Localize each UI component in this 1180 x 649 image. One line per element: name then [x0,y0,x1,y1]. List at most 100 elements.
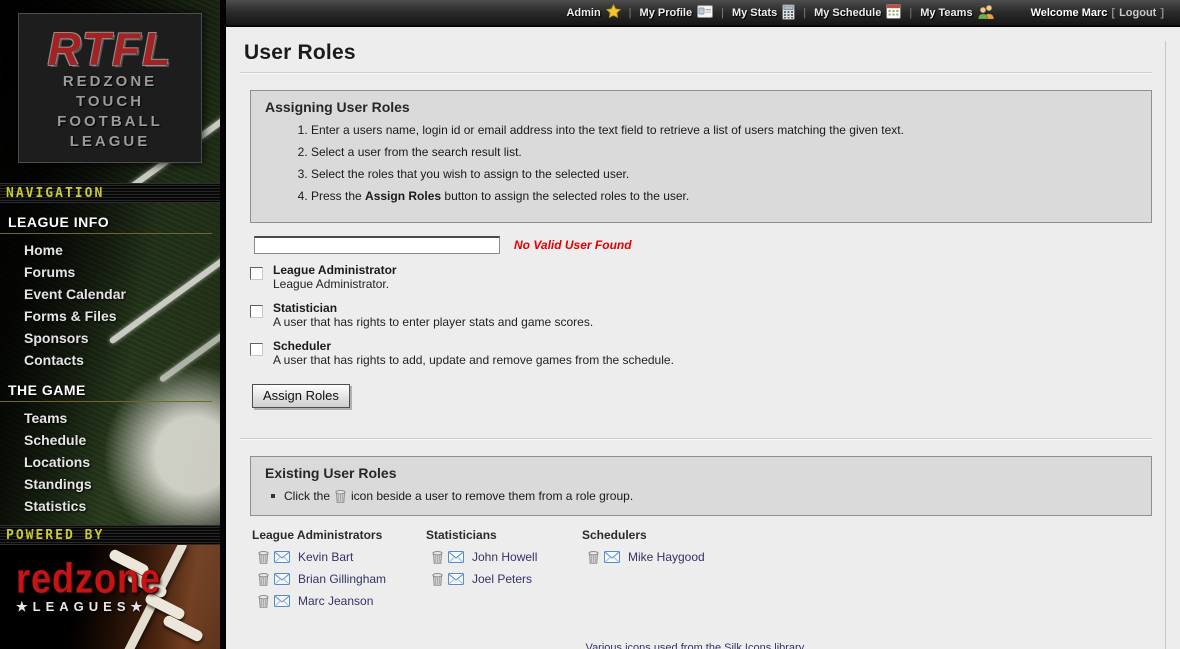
sidebar-item-teams[interactable]: Teams [0,407,220,429]
search-error-message: No Valid User Found [514,238,632,252]
logo-line: LEAGUE [19,132,201,152]
group-title: Schedulers [582,528,705,542]
vcard-icon [697,5,713,21]
redzone-leagues-logo[interactable]: redzone ★LEAGUES★ [0,545,220,649]
menu-separator: | [909,7,912,19]
role-checkbox-scheduler[interactable] [250,343,263,356]
menu-my-profile-label: My Profile [640,7,693,19]
football-lace [162,614,204,643]
bin-icon [335,490,346,503]
group-schedulers: Schedulers Mike Haygood [582,528,705,616]
role-name: Statistician [273,301,593,315]
footer: Various icons used from the Silk Icons l… [240,642,1152,649]
menu-my-profile[interactable]: My Profile [640,5,714,21]
user-row: Joel Peters [432,572,558,586]
top-navigation-bar: Admin | My Profile | My Stats | My Sched… [226,0,1180,27]
user-name-link[interactable]: Joel Peters [472,572,532,586]
instruction-step: Select a user from the search result lis… [311,146,1137,159]
email-icon[interactable] [448,573,464,585]
user-row: John Howell [432,550,558,564]
menu-admin[interactable]: Admin [566,4,620,22]
user-row: Marc Jeanson [258,594,402,608]
welcome-text: Welcome Marc [1031,7,1108,19]
menu-my-schedule-label: My Schedule [814,7,881,19]
instruction-step: Press the Assign Roles button to assign … [311,190,1137,203]
bin-icon[interactable] [258,573,269,586]
sidebar-item-locations[interactable]: Locations [0,451,220,473]
logo-line: FOOTBALL [19,112,201,132]
user-search-input[interactable] [254,236,500,254]
role-description: A user that has rights to enter player s… [273,315,593,330]
bin-icon[interactable] [588,551,599,564]
sidebar-section-the-game: THE GAME Teams Schedule Locations Standi… [0,371,220,517]
group-title: Statisticians [426,528,558,542]
menu-my-schedule[interactable]: My Schedule [814,4,901,22]
bin-icon[interactable] [432,573,443,586]
group-league-administrators: League Administrators Kevin Bart Brian G… [252,528,402,616]
calendar-icon [886,4,901,22]
sidebar-item-forums[interactable]: Forums [0,261,220,283]
group-icon [978,4,995,22]
navigation-ticker: NAVIGATION [0,183,220,203]
sidebar-item-sponsors[interactable]: Sponsors [0,327,220,349]
email-icon[interactable] [448,551,464,563]
email-icon[interactable] [274,595,290,607]
bin-icon[interactable] [258,595,269,608]
group-title: League Administrators [252,528,402,542]
league-logo[interactable]: RTFL REDZONE TOUCH FOOTBALL LEAGUE [18,13,202,163]
logo-line: REDZONE [19,72,201,92]
menu-my-stats[interactable]: My Stats [732,4,795,23]
role-option-league-administrator: League Administrator League Administrato… [250,263,1152,292]
content-area: User Roles Assigning User Roles Enter a … [226,27,1180,649]
powered-by-ticker: POWERED BY [0,525,220,545]
menu-separator: | [629,7,632,19]
section-divider [240,438,1152,440]
email-icon[interactable] [274,573,290,585]
user-name-link[interactable]: John Howell [472,550,537,564]
role-option-statistician: Statistician A user that has rights to e… [250,301,1152,330]
redzone-wordmark: redzone [16,559,161,598]
sidebar-item-standings[interactable]: Standings [0,473,220,495]
section-title-the-game: THE GAME [0,371,212,402]
bin-icon[interactable] [432,551,443,564]
bin-icon[interactable] [258,551,269,564]
menu-separator: | [721,7,724,19]
bracket: ] [1160,7,1164,19]
email-icon[interactable] [274,551,290,563]
sidebar: RTFL REDZONE TOUCH FOOTBALL LEAGUE NAVIG… [0,0,220,649]
bullet [271,494,275,498]
main-column: Admin | My Profile | My Stats | My Sched… [220,0,1180,649]
user-name-link[interactable]: Mike Haygood [628,550,705,564]
sidebar-item-event-calendar[interactable]: Event Calendar [0,283,220,305]
sidebar-item-contacts[interactable]: Contacts [0,349,220,371]
user-name-link[interactable]: Marc Jeanson [298,594,373,608]
instruction-step: Enter a users name, login id or email ad… [311,124,1137,137]
existing-user-roles-panel: Existing User Roles Click the icon besid… [250,456,1152,516]
sidebar-item-home[interactable]: Home [0,239,220,261]
sidebar-item-forms-files[interactable]: Forms & Files [0,305,220,327]
page-title: User Roles [244,41,1152,65]
user-name-link[interactable]: Kevin Bart [298,550,353,564]
assigning-instructions: Enter a users name, login id or email ad… [265,124,1137,203]
email-icon[interactable] [604,551,620,563]
user-row: Kevin Bart [258,550,402,564]
user-search-row: No Valid User Found [254,236,1152,254]
assign-roles-button[interactable]: Assign Roles [252,384,350,408]
menu-my-stats-label: My Stats [732,7,777,19]
sidebar-item-statistics[interactable]: Statistics [0,495,220,517]
role-checkbox-statistician[interactable] [250,305,263,318]
calculator-icon [782,4,795,23]
star-icon [606,4,621,22]
assigning-panel-title: Assigning User Roles [265,99,1137,115]
role-name: League Administrator [273,263,397,277]
instruction-step: Select the roles that you wish to assign… [311,168,1137,181]
logout-link[interactable]: Logout [1119,7,1156,19]
role-name: Scheduler [273,339,674,353]
title-rule [240,72,1152,74]
menu-my-teams-label: My Teams [920,7,972,19]
user-name-link[interactable]: Brian Gillingham [298,572,386,586]
role-checkbox-league-administrator[interactable] [250,267,263,280]
existing-panel-note: Click the icon beside a user to remove t… [271,489,1137,503]
menu-my-teams[interactable]: My Teams [920,4,994,22]
sidebar-item-schedule[interactable]: Schedule [0,429,220,451]
